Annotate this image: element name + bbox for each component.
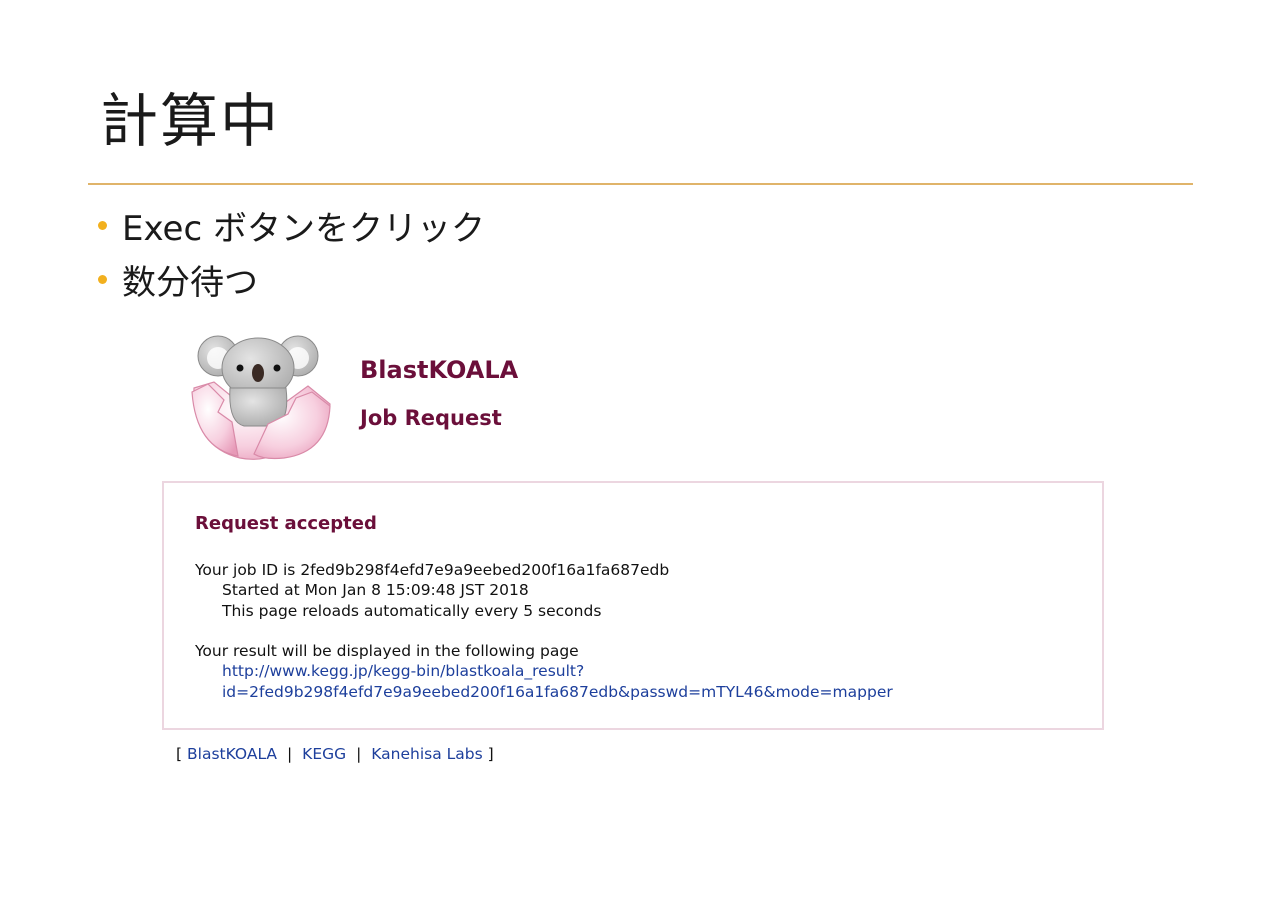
footer-link-kanehisa-labs[interactable]: Kanehisa Labs — [371, 745, 482, 763]
status-heading: Request accepted — [195, 513, 377, 534]
result-url-link-continued[interactable]: id=2fed9b298f4efd7e9a9eebed200f16a1fa687… — [222, 683, 893, 701]
bullet-item: 数分待つ — [98, 252, 485, 306]
result-url-link[interactable]: http://www.kegg.jp/kegg-bin/blastkoala_r… — [222, 662, 584, 680]
koala-egg-icon — [191, 335, 331, 460]
footer-link-kegg[interactable]: KEGG — [302, 745, 346, 763]
start-time-text: Started at Mon Jan 8 15:09:48 JST 2018 — [222, 581, 529, 599]
bullet-dot-icon — [98, 274, 107, 284]
footer-nav: [ BlastKOALA | KEGG | Kanehisa Labs ] — [176, 745, 494, 763]
bullet-text: Exec ボタンをクリック — [122, 208, 485, 249]
app-title: BlastKOALA — [360, 356, 519, 384]
request-status-panel: Request accepted Your job ID is 2fed9b29… — [162, 481, 1104, 730]
title-divider — [88, 183, 1193, 185]
footer-link-blastkoala[interactable]: BlastKOALA — [187, 745, 277, 763]
job-id-text: Your job ID is 2fed9b298f4efd7e9a9eebed2… — [195, 561, 670, 579]
bullet-text: 数分待つ — [122, 262, 258, 303]
bullet-item: Exec ボタンをクリック — [98, 198, 485, 252]
slide-title: 計算中 — [100, 87, 281, 155]
bullet-list: Exec ボタンをクリック 数分待つ — [98, 198, 485, 306]
footer-separator: | — [356, 745, 362, 763]
footer-separator: | — [286, 745, 293, 763]
bracket-open: [ — [176, 745, 183, 763]
slide: 計算中 Exec ボタンをクリック 数分待つ BlastKOALA Job Re… — [0, 0, 1280, 905]
result-intro-text: Your result will be displayed in the fol… — [195, 642, 579, 660]
page-subtitle: Job Request — [360, 406, 502, 430]
bullet-dot-icon — [98, 220, 107, 230]
reload-notice-text: This page reloads automatically every 5 … — [222, 602, 602, 620]
bracket-close: ] — [487, 745, 494, 763]
